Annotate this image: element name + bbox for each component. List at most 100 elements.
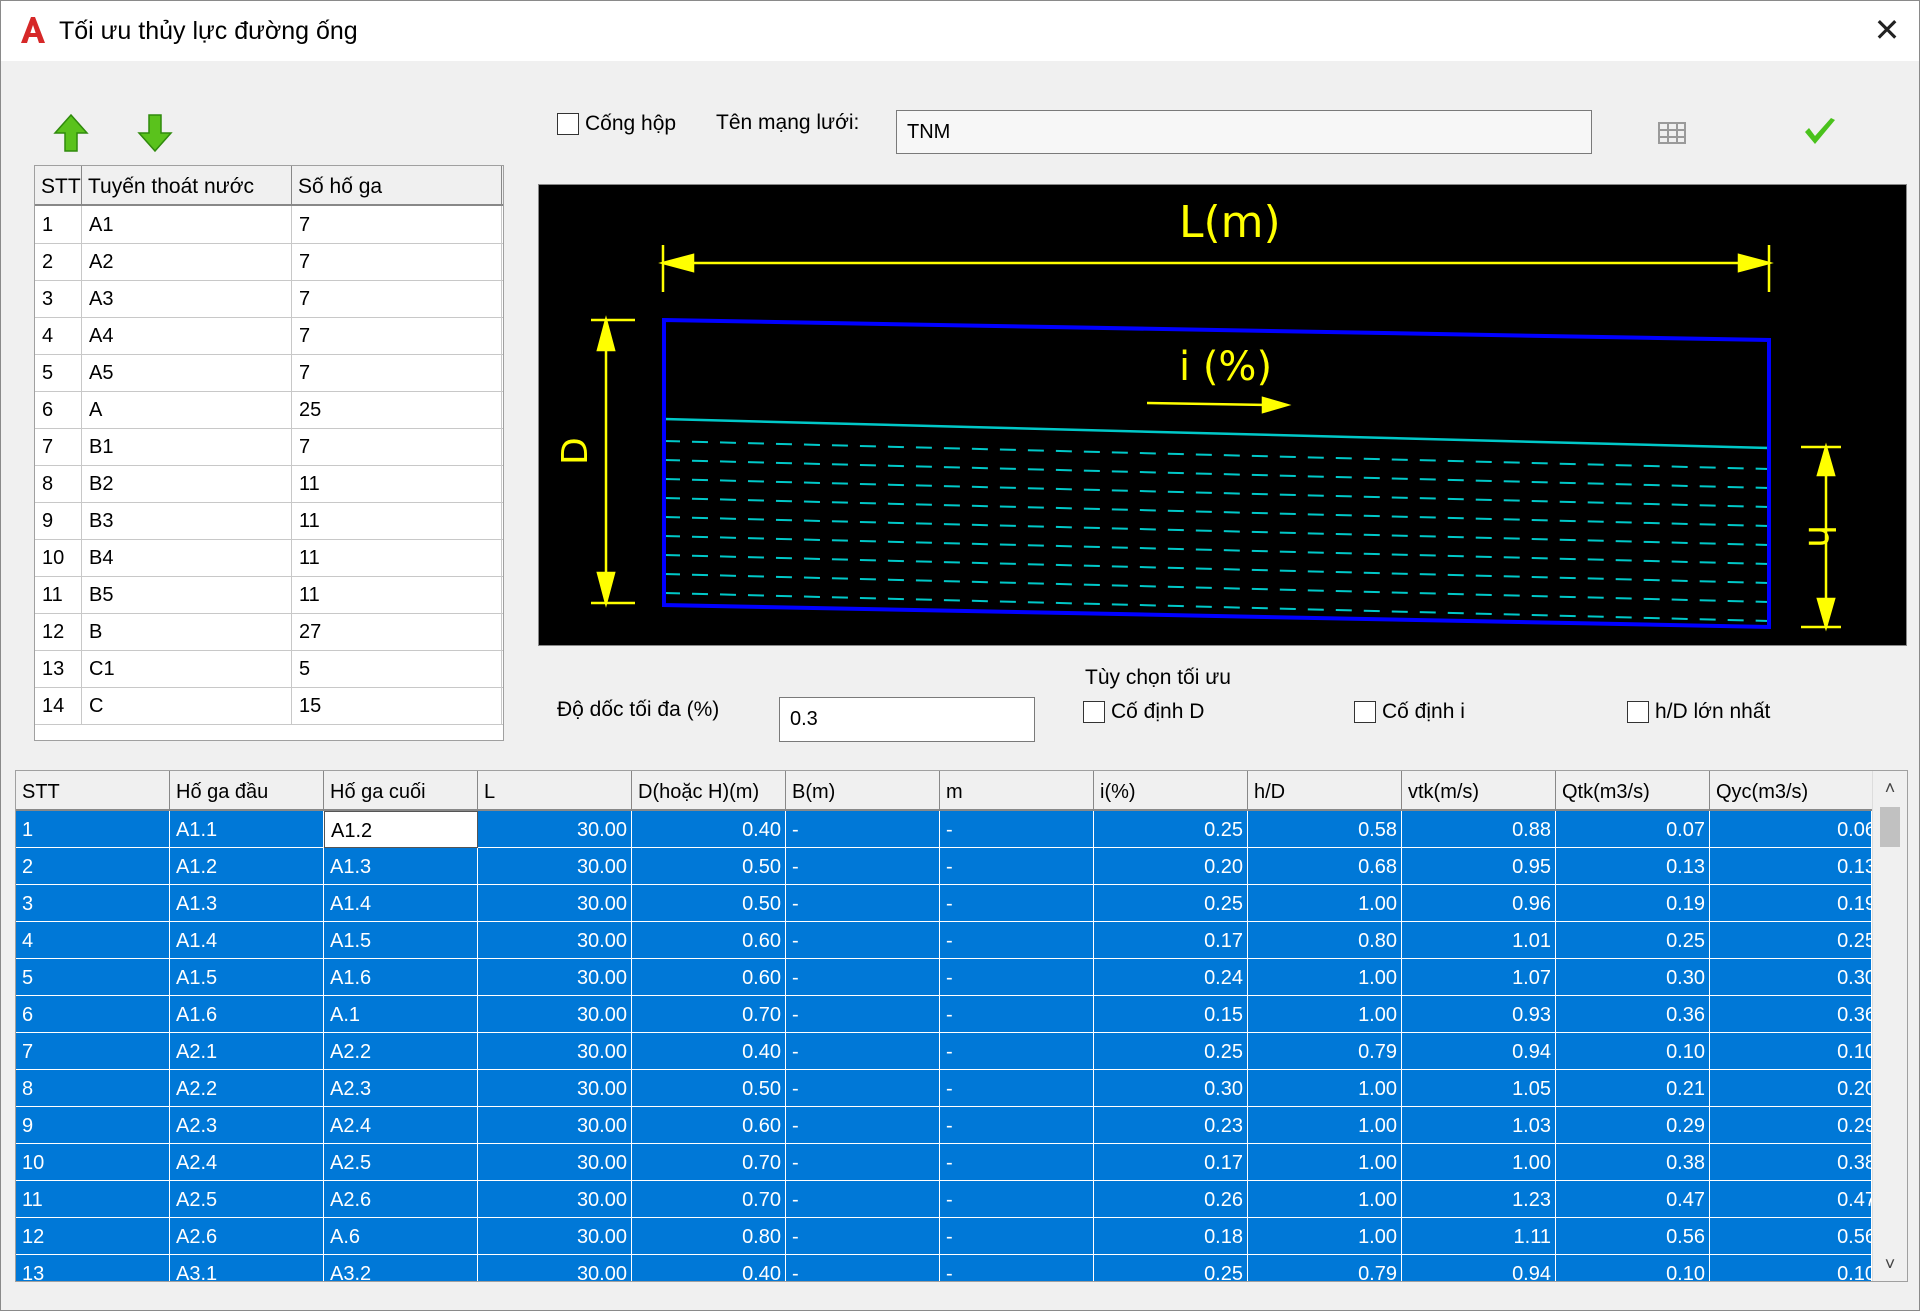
result-cell-m[interactable]: - (940, 885, 1094, 922)
result-cell-start-manhole[interactable]: A1.4 (170, 922, 324, 959)
route-row[interactable]: 3 A3 7 (35, 280, 503, 318)
route-manholes-cell[interactable]: 7 (292, 206, 502, 243)
result-cell-q-required[interactable]: 0.13 (1710, 848, 1881, 885)
route-row[interactable]: 14 C 15 (35, 687, 503, 725)
result-cell-q-design[interactable]: 0.19 (1556, 885, 1710, 922)
route-col-name[interactable]: Tuyến thoát nước (82, 166, 292, 204)
result-cell-q-required[interactable]: 0.38 (1710, 1144, 1881, 1181)
result-cell-slope[interactable]: 0.24 (1094, 959, 1248, 996)
result-cell-hd-ratio[interactable]: 1.00 (1248, 1181, 1402, 1218)
result-cell-q-design[interactable]: 0.10 (1556, 1255, 1710, 1281)
result-cell-stt[interactable]: 9 (16, 1107, 170, 1144)
result-cell-hd-ratio[interactable]: 0.80 (1248, 922, 1402, 959)
result-cell-width[interactable]: - (786, 1107, 940, 1144)
result-cell-diameter[interactable]: 0.40 (632, 1033, 786, 1070)
route-manholes-cell[interactable]: 15 (292, 687, 502, 724)
box-culvert-checkbox[interactable] (557, 113, 579, 135)
result-cell-end-manhole[interactable]: A1.2 (324, 811, 478, 848)
result-cell-start-manhole[interactable]: A1.1 (170, 811, 324, 848)
result-cell-slope[interactable]: 0.23 (1094, 1107, 1248, 1144)
route-manholes-cell[interactable]: 11 (292, 576, 502, 613)
result-cell-length[interactable]: 30.00 (478, 848, 632, 885)
result-cell-m[interactable]: - (940, 1070, 1094, 1107)
result-cell-length[interactable]: 30.00 (478, 922, 632, 959)
scroll-down-icon[interactable]: ˅ (1873, 1249, 1907, 1279)
result-row[interactable]: 8 A2.2 A2.3 30.00 0.50- -0.30 1.00 1.05 0.21 0.20 (16, 1070, 1881, 1107)
result-cell-diameter[interactable]: 0.60 (632, 922, 786, 959)
fix-i-checkbox[interactable] (1354, 701, 1376, 723)
result-cell-slope[interactable]: 0.17 (1094, 922, 1248, 959)
route-name-cell[interactable]: A5 (82, 354, 292, 391)
result-cell-slope[interactable]: 0.25 (1094, 1033, 1248, 1070)
route-name-cell[interactable]: B3 (82, 502, 292, 539)
results-col-m[interactable]: m (940, 771, 1094, 809)
result-cell-start-manhole[interactable]: A2.6 (170, 1218, 324, 1255)
results-col-diameter[interactable]: D(hoặc H)(m) (632, 771, 786, 809)
route-row[interactable]: 5 A5 7 (35, 354, 503, 392)
result-cell-start-manhole[interactable]: A1.5 (170, 959, 324, 996)
route-name-cell[interactable]: C1 (82, 650, 292, 687)
result-cell-q-required[interactable]: 0.10 (1710, 1255, 1881, 1281)
results-col-slope[interactable]: i(%) (1094, 771, 1248, 809)
route-row[interactable]: 10 B4 11 (35, 539, 503, 577)
route-row[interactable]: 13 C1 5 (35, 650, 503, 688)
route-stt-cell[interactable]: 10 (35, 539, 82, 576)
move-up-icon[interactable] (53, 113, 89, 153)
route-col-manholes[interactable]: Số hố ga (292, 166, 502, 204)
result-cell-q-required[interactable]: 0.25 (1710, 922, 1881, 959)
result-cell-m[interactable]: - (940, 1144, 1094, 1181)
result-cell-width[interactable]: - (786, 1218, 940, 1255)
route-stt-cell[interactable]: 14 (35, 687, 82, 724)
result-cell-velocity[interactable]: 1.00 (1402, 1144, 1556, 1181)
results-col-stt[interactable]: STT (16, 771, 170, 809)
result-cell-width[interactable]: - (786, 1144, 940, 1181)
result-cell-q-design[interactable]: 0.21 (1556, 1070, 1710, 1107)
result-cell-q-required[interactable]: 0.20 (1710, 1070, 1881, 1107)
route-name-cell[interactable]: B2 (82, 465, 292, 502)
result-row[interactable]: 12 A2.6 A.6 30.00 0.80- -0.18 1.00 1.11 0.56 0.56 (16, 1218, 1881, 1255)
route-row[interactable]: 6 A 25 (35, 391, 503, 429)
route-name-cell[interactable]: B4 (82, 539, 292, 576)
move-down-icon[interactable] (137, 113, 173, 153)
scroll-up-icon[interactable]: ˄ (1873, 773, 1907, 803)
result-cell-width[interactable]: - (786, 1181, 940, 1218)
route-name-cell[interactable]: B1 (82, 428, 292, 465)
route-name-cell[interactable]: A1 (82, 206, 292, 243)
result-row[interactable]: 11 A2.5 A2.6 30.00 0.70- -0.26 1.00 1.23 0.47 0.4… (16, 1181, 1881, 1218)
result-cell-start-manhole[interactable]: A2.4 (170, 1144, 324, 1181)
results-scrollbar[interactable]: ˄ ˅ (1872, 771, 1907, 1281)
result-cell-width[interactable]: - (786, 959, 940, 996)
route-row[interactable]: 1 A1 7 (35, 206, 503, 244)
result-cell-diameter[interactable]: 0.70 (632, 1144, 786, 1181)
result-cell-velocity[interactable]: 0.95 (1402, 848, 1556, 885)
route-row[interactable]: 7 B1 7 (35, 428, 503, 466)
result-cell-stt[interactable]: 8 (16, 1070, 170, 1107)
result-cell-q-design[interactable]: 0.56 (1556, 1218, 1710, 1255)
route-stt-cell[interactable]: 13 (35, 650, 82, 687)
route-row[interactable]: 9 B3 11 (35, 502, 503, 540)
route-name-cell[interactable]: A4 (82, 317, 292, 354)
result-cell-start-manhole[interactable]: A1.6 (170, 996, 324, 1033)
result-cell-length[interactable]: 30.00 (478, 1144, 632, 1181)
max-hd-checkbox[interactable] (1627, 701, 1649, 723)
result-cell-width[interactable]: - (786, 885, 940, 922)
result-cell-m[interactable]: - (940, 1255, 1094, 1281)
result-cell-end-manhole[interactable]: A2.4 (324, 1107, 478, 1144)
result-cell-hd-ratio[interactable]: 1.00 (1248, 1144, 1402, 1181)
result-cell-length[interactable]: 30.00 (478, 1070, 632, 1107)
result-cell-slope[interactable]: 0.20 (1094, 848, 1248, 885)
route-stt-cell[interactable]: 9 (35, 502, 82, 539)
result-cell-start-manhole[interactable]: A1.2 (170, 848, 324, 885)
result-cell-hd-ratio[interactable]: 1.00 (1248, 1218, 1402, 1255)
result-cell-width[interactable]: - (786, 1033, 940, 1070)
result-cell-hd-ratio[interactable]: 1.00 (1248, 1070, 1402, 1107)
result-cell-hd-ratio[interactable]: 0.79 (1248, 1255, 1402, 1281)
result-cell-m[interactable]: - (940, 922, 1094, 959)
results-col-velocity[interactable]: vtk(m/s) (1402, 771, 1556, 809)
results-col-hd-ratio[interactable]: h/D (1248, 771, 1402, 809)
route-name-cell[interactable]: B5 (82, 576, 292, 613)
result-cell-m[interactable]: - (940, 1181, 1094, 1218)
table-export-icon[interactable] (1657, 119, 1689, 147)
result-cell-m[interactable]: - (940, 959, 1094, 996)
result-row[interactable]: 2 A1.2 A1.3 30.00 0.50- -0.20 0.68 0.95 0.13 0.13 (16, 848, 1881, 885)
